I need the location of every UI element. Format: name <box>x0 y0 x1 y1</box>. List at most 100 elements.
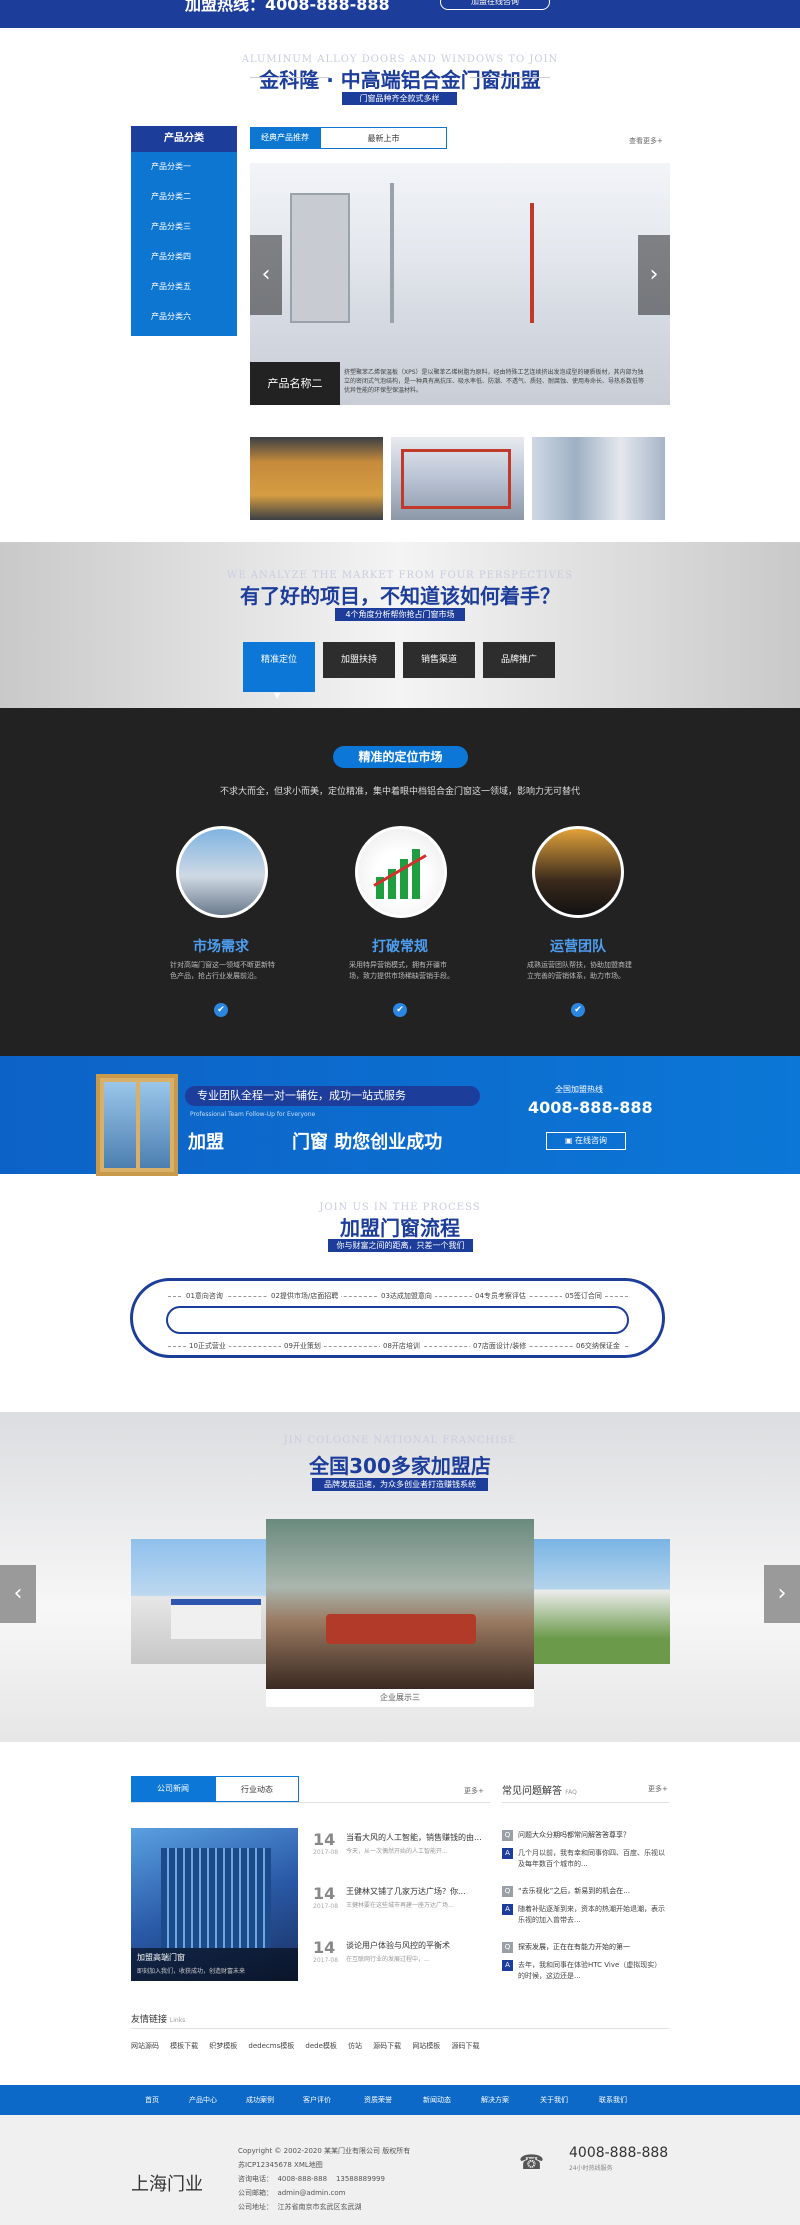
process-step: 08开店培训 <box>380 1341 423 1351</box>
news-day: 14 <box>313 1938 336 1957</box>
faq-more-link[interactable]: 更多+ <box>648 1784 668 1794</box>
positioning-desc: 不求大而全，但求小而美，定位精准，集中着眼中档铝合金门窗这一领域，影响力无可替代 <box>219 787 580 797</box>
news-item[interactable]: 14 2017-08 <box>313 1830 338 1856</box>
friend-link[interactable]: 网站模板 <box>412 2042 440 2050</box>
thumb-folding-gate[interactable] <box>532 437 665 520</box>
thumb-roller-door[interactable] <box>250 437 383 520</box>
answer-icon: A <box>502 1904 513 1915</box>
join-title-line-left <box>250 77 330 78</box>
friend-link[interactable]: dedecms模板 <box>248 2042 294 2050</box>
tab-positioning[interactable]: 精准定位 ▼ <box>243 642 315 700</box>
news-title[interactable]: 当看大风的人工智能，销售赚钱的由... <box>346 1832 490 1843</box>
tab-support[interactable]: 加盟扶持 <box>323 642 395 678</box>
banner-consult-label: 在线咨询 <box>575 1136 608 1145</box>
store-photo-right[interactable] <box>534 1539 670 1664</box>
card-text: 成熟运营团队帮扶，协助加盟商建立完善的营销体系，助力市场。 <box>527 961 632 980</box>
footer-nav-item[interactable]: 首页 <box>145 2095 159 2105</box>
window-pane <box>104 1082 136 1168</box>
faq-title: 常见问题解答 FAQ <box>502 1782 577 1797</box>
store-photo-left[interactable] <box>131 1539 269 1664</box>
phone-icon: ☎ <box>519 2150 544 2174</box>
news-more-link[interactable]: 更多+ <box>464 1786 484 1796</box>
answer-icon: A <box>502 1960 513 1971</box>
thumb-gate-frame <box>401 449 511 509</box>
card-text: 针对高端门窗这一领域不断更新特色产品，抢占行业发展前沿。 <box>170 961 275 980</box>
banner-big-text-1: 加盟 <box>188 1132 224 1153</box>
friend-link[interactable]: 源码下载 <box>451 2042 479 2050</box>
friend-link[interactable]: 织梦模板 <box>209 2042 237 2050</box>
footer-nav-item[interactable]: 解决方案 <box>481 2095 509 2105</box>
footer-nav-item[interactable]: 关于我们 <box>540 2095 568 2105</box>
news-month: 2017-08 <box>313 1957 339 1964</box>
friend-link[interactable]: 网站源码 <box>131 2042 159 2050</box>
friend-link[interactable]: 模板下载 <box>170 2042 198 2050</box>
category-item[interactable]: 产品分类五 <box>131 272 237 302</box>
news-feature-image[interactable]: 加盟高端门窗 即刻加入我们，收获成功，创造财富未来 <box>131 1828 298 1981</box>
faq-question[interactable]: 探索发展，正在在有能力开始的第一 <box>518 1942 668 1952</box>
slider-next-button[interactable]: › <box>638 235 670 315</box>
category-item[interactable]: 产品分类一 <box>131 152 237 182</box>
process-step: 03达成加盟意向 <box>378 1291 435 1301</box>
positioning-section: 精准的定位市场 不求大而全，但求小而美，定位精准，集中着眼中档铝合金门窗这一领域… <box>0 708 800 1056</box>
category-item[interactable]: 产品分类六 <box>131 302 237 332</box>
footer-nav-item[interactable]: 新闻动态 <box>423 2095 451 2105</box>
footer-nav-item[interactable]: 成功案例 <box>246 2095 274 2105</box>
card-title: 运营团队 <box>550 939 606 955</box>
banner-small-text: Professional Team Follow-Up for Everyone <box>190 1111 316 1118</box>
conference-table <box>326 1614 476 1644</box>
stores-section: JIN COLOGNE NATIONAL FRANCHISE 全国300多家加盟… <box>0 1412 800 1742</box>
news-item[interactable]: 14 2017-08 <box>313 1884 338 1910</box>
process-subtitle: 你与财富之间的距离，只差一个我们 <box>328 1239 473 1252</box>
footer-nav-item[interactable]: 客户评价 <box>303 2095 331 2105</box>
category-heading: 产品分类 <box>131 126 237 152</box>
news-title[interactable]: 谈论用户体验与风控的平衡术 <box>346 1940 490 1951</box>
friend-link[interactable]: 源码下载 <box>373 2042 401 2050</box>
footer: 上海门业 Copyright © 2002-2020 某某门业有限公司 版权所有… <box>0 2115 800 2225</box>
friend-link[interactable]: 仿站 <box>348 2042 362 2050</box>
process-step: 09开业策划 <box>281 1341 324 1351</box>
slider-prev-button[interactable]: ‹ <box>250 235 282 315</box>
process-step: 05签订合同 <box>562 1291 605 1301</box>
product-more-link[interactable]: 查看更多+ <box>629 136 663 146</box>
faq-answer: 去年，我和同事在体验HTC Vive（虚拟现实）的时候，这边还是... <box>518 1961 662 1980</box>
window-image <box>96 1074 178 1176</box>
tab-company-news[interactable]: 公司新闻 <box>131 1776 215 1802</box>
faq-question[interactable]: 问题大众分期吗都常问解答答尊享？ <box>518 1830 668 1840</box>
analysis-subtitle: 4个角度分析帮你抢占门窗市场 <box>335 608 465 621</box>
banner-consult-button[interactable]: ▣ 在线咨询 <box>546 1132 626 1150</box>
positioning-title: 精准的定位市场 <box>333 746 468 768</box>
faq-question[interactable]: “去乐视化”之后，新易到的机会在... <box>518 1886 668 1896</box>
news-month: 2017-08 <box>313 1903 339 1910</box>
footer-nav-item[interactable]: 产品中心 <box>189 2095 217 2105</box>
footer-nav-item[interactable]: 联系我们 <box>599 2095 627 2105</box>
news-feature-caption: 即刻加入我们，收获成功，创造财富未来 <box>137 1968 246 1975</box>
tab-newest[interactable]: 最新上市 <box>320 127 447 149</box>
banner-hotline: 4008-888-888 <box>528 1098 653 1117</box>
tab-recommended[interactable]: 经典产品推荐 <box>250 127 320 149</box>
top-consult-button[interactable]: 加盟在线咨询 <box>440 0 550 10</box>
news-item[interactable]: 14 2017-08 <box>313 1938 338 1964</box>
tab-channels[interactable]: 销售渠道 <box>403 642 475 678</box>
stores-next-button[interactable]: › <box>764 1565 800 1623</box>
footer-phone: 咨询电话： 4008-888-888 13588889999 <box>238 2175 385 2183</box>
thumb-glass-gate[interactable] <box>391 437 524 520</box>
category-item[interactable]: 产品分类二 <box>131 182 237 212</box>
process-step: 02提供市场/店面招聘 <box>268 1291 342 1301</box>
news-title[interactable]: 王健林又铺了几家万达广场？你... <box>346 1886 490 1897</box>
faq-title-text: 常见问题解答 <box>502 1786 562 1797</box>
footer-nav: 首页 产品中心 成功案例 客户评价 资质荣誉 新闻动态 解决方案 关于我们 联系… <box>0 2085 800 2115</box>
tab-industry-news[interactable]: 行业动态 <box>215 1776 299 1802</box>
card-title: 打破常规 <box>372 939 428 955</box>
tab-promotion[interactable]: 品牌推广 <box>483 642 555 678</box>
footer-nav-item[interactable]: 资质荣誉 <box>364 2095 392 2105</box>
store-photo-center[interactable] <box>266 1519 534 1689</box>
top-bar: 加盟热线：4008-888-888 加盟在线咨询 <box>0 0 800 28</box>
category-item[interactable]: 产品分类三 <box>131 212 237 242</box>
friend-link[interactable]: dede模板 <box>305 2042 337 2050</box>
analysis-title: 有了好的项目，不知道该如何着手？ <box>240 584 560 608</box>
footer-icp[interactable]: 苏ICP12345678 XML地图 <box>238 2160 323 2170</box>
stores-prev-button[interactable]: ‹ <box>0 1565 36 1623</box>
check-icon: ✔ <box>393 1003 407 1017</box>
category-item[interactable]: 产品分类四 <box>131 242 237 272</box>
process-title: 加盟门窗流程 <box>340 1216 460 1240</box>
